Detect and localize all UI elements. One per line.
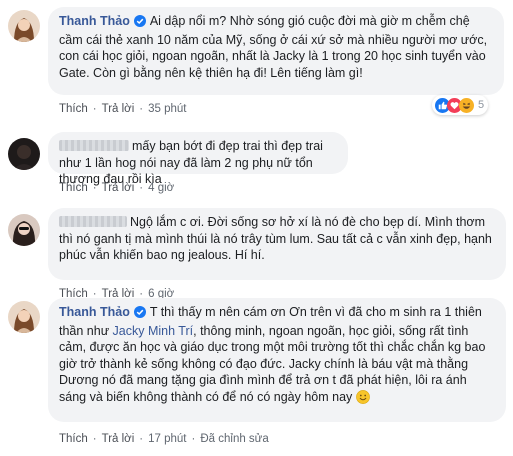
like-link[interactable]: Thích [59,433,88,445]
edited-label[interactable]: Đã chỉnh sửa [200,433,268,445]
like-link[interactable]: Thích [59,182,88,194]
comment-actions: Thích · Trả lời · 4 giờ [59,182,175,194]
author-name[interactable]: Thanh Thảo [59,305,130,319]
comment-bubble: Thanh Thảo T thì thấy m nên cám ơn Ơn trê… [48,298,506,422]
reply-link[interactable]: Trả lời [102,433,135,445]
comment-actions: Thích · Trả lời · 35 phút [59,103,187,115]
timestamp[interactable]: 17 phút [148,433,186,445]
verified-badge-icon [133,15,146,32]
timestamp[interactable]: 35 phút [148,103,186,115]
hidden-author-name [59,140,129,151]
avatar[interactable] [8,214,40,246]
comment-actions: Thích · Trả lời · 17 phút · Đã chỉnh sửa [59,433,269,445]
avatar[interactable] [8,138,40,170]
avatar[interactable] [8,301,40,333]
reply-link[interactable]: Trả lời [102,182,135,194]
comment-bubble: mấy bạn bớt đi đẹp trai thì đẹp trai như… [48,132,348,186]
comment-bubble: Thanh Thảo Ai dập nổi m? Nhờ sóng gió cuộ… [48,7,504,95]
avatar[interactable] [8,10,40,42]
hidden-author-name [59,216,127,227]
like-link[interactable]: Thích [59,103,88,115]
mention-link[interactable]: Jacky Minh Trí [113,324,194,338]
comment-bubble: Ngộ lắm c ơi. Đời sống sơ hở xí là nó đè… [48,208,506,280]
verified-badge-icon [133,306,146,323]
reply-link[interactable]: Trả lời [102,103,135,115]
timestamp[interactable]: 4 giờ [148,182,174,194]
reaction-summary[interactable]: 5 [432,95,489,115]
haha-icon [459,97,474,113]
reaction-count: 5 [478,99,485,111]
smile-emoji-icon [355,389,370,409]
author-name[interactable]: Thanh Thảo [59,14,130,28]
